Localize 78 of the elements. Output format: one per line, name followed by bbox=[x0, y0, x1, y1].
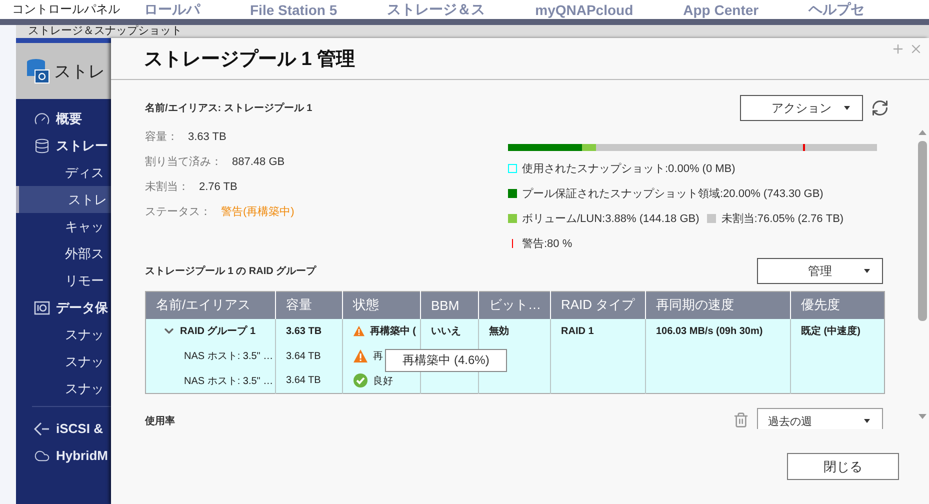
sidebar-item[interactable]: スナッ bbox=[16, 348, 111, 375]
window-title: ストレージ＆スナップショット bbox=[16, 25, 929, 38]
sidebar-item[interactable]: スナッ bbox=[16, 375, 111, 402]
column-header[interactable]: RAID タイプ bbox=[550, 292, 646, 318]
status-text: 良好 bbox=[373, 374, 393, 388]
legend-text: 未割当:76.05% (2.76 TB) bbox=[721, 212, 844, 226]
database-icon bbox=[34, 138, 50, 154]
column-header[interactable]: 名前/エイリアス bbox=[146, 292, 276, 318]
column-header[interactable]: 優先度 bbox=[790, 292, 884, 318]
column-header[interactable]: ビット… bbox=[478, 292, 550, 318]
detail-value: 3.63 TB bbox=[188, 130, 226, 142]
table-cell: 3.64 TB bbox=[276, 368, 342, 394]
sidebar-item[interactable]: ディス bbox=[16, 159, 111, 186]
gauge-icon bbox=[34, 110, 50, 126]
close-button[interactable]: 閉じる bbox=[787, 453, 899, 480]
app-tab[interactable]: App Center bbox=[683, 2, 759, 18]
warning-icon bbox=[353, 324, 365, 338]
column-header[interactable]: 再同期の速度 bbox=[646, 292, 790, 318]
connector-icon bbox=[34, 422, 50, 436]
close-icon[interactable] bbox=[909, 42, 923, 56]
sidebar-item[interactable]: 外部ス bbox=[16, 240, 111, 267]
detail-label: 未割当： bbox=[145, 180, 189, 194]
detail-value: 2.76 TB bbox=[199, 180, 238, 192]
legend-text: 警告:80 % bbox=[522, 236, 572, 251]
app-tab[interactable]: ストレージ＆ス bbox=[387, 0, 486, 18]
legend-text: プール保証されたスナップショット領域:20.00% (743.30 GB) bbox=[522, 186, 824, 201]
tooltip: 再構築中 (4.6%) bbox=[385, 349, 507, 372]
legend-text: ボリューム/LUN:3.88% (144.18 GB) bbox=[522, 212, 700, 226]
disk-name: NAS ホスト: 3.5" … bbox=[184, 350, 274, 363]
app-tab[interactable]: ロールパ bbox=[144, 0, 200, 18]
group-name: RAID グループ 1 bbox=[180, 324, 256, 338]
table-cell: 3.64 TB bbox=[276, 344, 342, 368]
table-cell: 無効 bbox=[478, 318, 550, 344]
section-title: ストレージプール 1 の RAID グループ bbox=[145, 264, 316, 278]
app-tab[interactable]: myQNAPcloud bbox=[535, 2, 634, 18]
column-header[interactable]: BBM bbox=[420, 292, 478, 318]
detail-value: 警告(再構築中) bbox=[221, 204, 294, 219]
camera-icon bbox=[34, 300, 50, 314]
legend-text: 使用されたスナップショット:0.00% (0 MB) bbox=[522, 162, 736, 176]
app-tab[interactable]: ヘルプセ bbox=[808, 0, 865, 18]
detail-value: 887.48 GB bbox=[232, 156, 285, 168]
dialog-title: ストレージプール 1 管理 bbox=[144, 48, 356, 72]
sidebar-item[interactable]: 概要 bbox=[16, 105, 111, 132]
table-cell: 既定 (中速度) bbox=[790, 318, 884, 344]
warning-icon bbox=[353, 349, 368, 363]
status-text: 再 bbox=[373, 350, 383, 363]
column-header[interactable]: 状態 bbox=[342, 292, 420, 318]
app-tab[interactable]: File Station 5 bbox=[250, 2, 338, 18]
table-cell: RAID 1 bbox=[550, 318, 646, 344]
sidebar-item[interactable]: iSCSI & bbox=[16, 415, 111, 442]
refresh-icon[interactable] bbox=[871, 99, 889, 117]
sidebar-item[interactable]: データ保 bbox=[16, 294, 111, 321]
sidebar-item[interactable]: キャッ bbox=[16, 213, 111, 240]
sidebar-item[interactable]: HybridM bbox=[16, 442, 111, 469]
detail-label: ステータス： bbox=[145, 205, 211, 219]
detail-label: 容量： bbox=[145, 130, 178, 144]
disk-name: NAS ホスト: 3.5" … bbox=[184, 374, 274, 388]
trash-icon[interactable] bbox=[733, 412, 749, 428]
storage-icon bbox=[26, 58, 50, 84]
sidebar-item[interactable]: ストレー bbox=[16, 132, 111, 159]
table-cell: 106.03 MB/s (09h 30m) bbox=[646, 318, 790, 344]
column-header[interactable]: 容量 bbox=[276, 292, 342, 318]
plus-icon[interactable] bbox=[891, 42, 905, 56]
period-select[interactable]: 過去の週 bbox=[757, 408, 883, 429]
app-header: ストレ bbox=[54, 60, 105, 82]
table-cell: いいえ bbox=[420, 318, 478, 344]
pool-name: 名前/エイリアス: ストレージプール 1 bbox=[145, 101, 312, 116]
sidebar-item[interactable]: スナッ bbox=[16, 321, 111, 348]
check-icon bbox=[353, 373, 368, 388]
sidebar-item[interactable]: ストレ bbox=[16, 186, 111, 213]
app-title: コントロールパネル bbox=[12, 1, 120, 18]
action-dropdown[interactable]: アクション bbox=[740, 95, 863, 121]
status-text: 再構築中 ( bbox=[370, 324, 416, 338]
manage-dropdown[interactable]: 管理 bbox=[757, 258, 883, 284]
detail-label: 割り当て済み： bbox=[145, 154, 222, 169]
section-title: 使用率 bbox=[145, 414, 175, 428]
sidebar-item[interactable]: リモー bbox=[16, 267, 111, 294]
table-cell: 3.63 TB bbox=[276, 318, 342, 344]
